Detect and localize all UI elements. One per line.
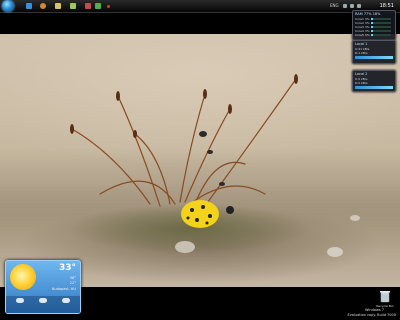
tray-arrow-icon[interactable] <box>343 4 347 8</box>
red-dot-icon[interactable] <box>107 5 110 8</box>
moss-sprouts-image <box>70 74 360 257</box>
ladybug <box>181 200 234 228</box>
cloud-icon <box>16 298 24 303</box>
network-icon[interactable] <box>350 4 354 8</box>
weather-gadget[interactable]: 33° 38° 22° Budapest, HU <box>5 260 81 314</box>
weather-location: Budapest, HU <box>52 287 76 291</box>
green-icon[interactable] <box>95 3 101 9</box>
forecast-day <box>9 297 31 311</box>
os-label: Windows 7 <box>365 308 384 312</box>
media-icon[interactable] <box>40 3 46 9</box>
network-download: D:1 kB/s <box>355 51 368 55</box>
forecast-day <box>32 297 54 311</box>
taskbar-clock[interactable]: 18:51 <box>380 3 394 9</box>
recycle-bin-icon[interactable] <box>378 289 392 303</box>
ie-icon[interactable] <box>26 3 32 9</box>
low-temperature: 22° <box>69 281 76 285</box>
build-watermark: Evaluation copy. Build 7000 <box>347 313 396 317</box>
network-meter-gadget-1[interactable]: Local 1 U:41 kB/s D:1 kB/s <box>352 40 396 64</box>
volume-icon[interactable] <box>357 4 361 8</box>
current-temperature: 33° <box>58 263 76 273</box>
start-button[interactable] <box>2 0 14 12</box>
forecast-strip <box>6 296 80 313</box>
forecast-day <box>55 297 77 311</box>
player-icon[interactable] <box>85 3 91 9</box>
cpu-meter-gadget[interactable]: RAM 77% 18% Core1 3% Core2 3% Core3 3% C… <box>352 10 396 40</box>
sun-icon <box>10 264 36 290</box>
network-graph <box>355 56 393 59</box>
app-icon[interactable] <box>70 3 76 9</box>
top-black-band <box>0 13 400 34</box>
network-meter-gadget-2[interactable]: Local 2 U:0 kB/s D:0 kB/s <box>352 70 396 92</box>
taskbar: ENG 18:51 <box>0 0 400 13</box>
cloud-icon <box>39 298 47 303</box>
network-download: D:0 kB/s <box>355 81 368 85</box>
folder-icon[interactable] <box>55 3 61 9</box>
language-indicator[interactable]: ENG <box>330 3 339 8</box>
core-row: Core5 3% <box>353 33 395 37</box>
network-graph <box>355 86 393 89</box>
high-temperature: 38° <box>69 276 76 280</box>
cloud-icon <box>62 298 70 303</box>
wallpaper <box>0 34 400 287</box>
